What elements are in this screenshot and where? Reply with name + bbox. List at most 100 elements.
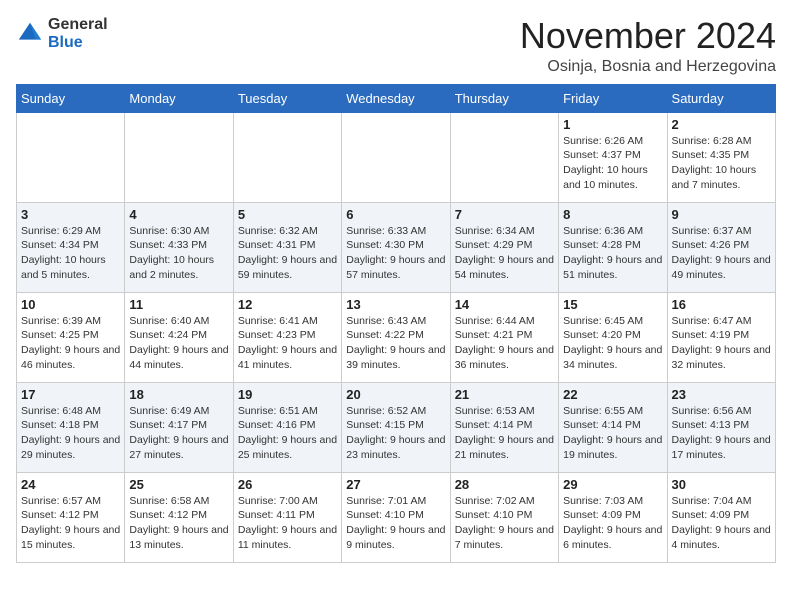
day-info: Sunrise: 6:58 AM Sunset: 4:12 PM Dayligh…: [129, 494, 228, 553]
day-number: 26: [238, 477, 337, 492]
day-info: Sunrise: 6:33 AM Sunset: 4:30 PM Dayligh…: [346, 224, 445, 283]
day-number: 4: [129, 207, 228, 222]
day-number: 30: [672, 477, 771, 492]
table-row: 11 Sunrise: 6:40 AM Sunset: 4:24 PM Dayli…: [125, 292, 233, 382]
calendar-table: Sunday Monday Tuesday Wednesday Thursday…: [16, 84, 776, 563]
table-row: 4 Sunrise: 6:30 AM Sunset: 4:33 PM Daylig…: [125, 202, 233, 292]
table-row: 21Sunrise: 6:53 AM Sunset: 4:14 PM Dayli…: [450, 382, 558, 472]
table-row: 10 Sunrise: 6:39 AM Sunset: 4:25 PM Dayli…: [17, 292, 125, 382]
day-info: Sunrise: 6:51 AM Sunset: 4:16 PM Dayligh…: [238, 404, 337, 463]
day-number: 16: [672, 297, 771, 312]
day-info: Sunrise: 6:34 AM Sunset: 4:29 PM Dayligh…: [455, 224, 554, 283]
day-info: Sunrise: 6:55 AM Sunset: 4:14 PM Dayligh…: [563, 404, 662, 463]
day-number: 24: [21, 477, 120, 492]
table-row: [233, 112, 341, 202]
day-number: 12: [238, 297, 337, 312]
day-number: 2: [672, 117, 771, 132]
table-row: 23 Sunrise: 6:56 AM Sunset: 4:13 PM Dayli…: [667, 382, 775, 472]
table-row: 13 Sunrise: 6:43 AM Sunset: 4:22 PM Dayli…: [342, 292, 450, 382]
table-row: 25 Sunrise: 6:58 AM Sunset: 4:12 PM Dayli…: [125, 472, 233, 562]
table-row: 18 Sunrise: 6:49 AM Sunset: 4:17 PM Dayli…: [125, 382, 233, 472]
day-number: 6: [346, 207, 445, 222]
day-info: Sunrise: 6:44 AM Sunset: 4:21 PM Dayligh…: [455, 314, 554, 373]
day-info: Sunrise: 6:39 AM Sunset: 4:25 PM Dayligh…: [21, 314, 120, 373]
table-row: [125, 112, 233, 202]
table-row: 8Sunrise: 6:36 AM Sunset: 4:28 PM Daylig…: [559, 202, 667, 292]
header-friday: Friday: [559, 84, 667, 112]
day-number: 22: [563, 387, 662, 402]
table-row: 30 Sunrise: 7:04 AM Sunset: 4:09 PM Dayli…: [667, 472, 775, 562]
table-row: 26Sunrise: 7:00 AM Sunset: 4:11 PM Dayli…: [233, 472, 341, 562]
table-row: [17, 112, 125, 202]
location-subtitle: Osinja, Bosnia and Herzegovina: [520, 58, 776, 76]
day-info: Sunrise: 7:01 AM Sunset: 4:10 PM Dayligh…: [346, 494, 445, 553]
table-row: 17Sunrise: 6:48 AM Sunset: 4:18 PM Dayli…: [17, 382, 125, 472]
day-number: 17: [21, 387, 120, 402]
day-info: Sunrise: 6:56 AM Sunset: 4:13 PM Dayligh…: [672, 404, 771, 463]
table-row: [342, 112, 450, 202]
day-info: Sunrise: 6:30 AM Sunset: 4:33 PM Dayligh…: [129, 224, 228, 283]
day-number: 23: [672, 387, 771, 402]
table-row: 19Sunrise: 6:51 AM Sunset: 4:16 PM Dayli…: [233, 382, 341, 472]
table-row: 3 Sunrise: 6:29 AM Sunset: 4:34 PM Daylig…: [17, 202, 125, 292]
day-info: Sunrise: 6:41 AM Sunset: 4:23 PM Dayligh…: [238, 314, 337, 373]
day-info: Sunrise: 6:29 AM Sunset: 4:34 PM Dayligh…: [21, 224, 120, 283]
day-info: Sunrise: 6:45 AM Sunset: 4:20 PM Dayligh…: [563, 314, 662, 373]
week-row-3: 10 Sunrise: 6:39 AM Sunset: 4:25 PM Dayli…: [17, 292, 776, 382]
header-saturday: Saturday: [667, 84, 775, 112]
table-row: 1Sunrise: 6:26 AM Sunset: 4:37 PM Daylig…: [559, 112, 667, 202]
table-row: 14 Sunrise: 6:44 AM Sunset: 4:21 PM Dayli…: [450, 292, 558, 382]
day-number: 29: [563, 477, 662, 492]
day-info: Sunrise: 6:49 AM Sunset: 4:17 PM Dayligh…: [129, 404, 228, 463]
day-number: 25: [129, 477, 228, 492]
week-row-1: 1Sunrise: 6:26 AM Sunset: 4:37 PM Daylig…: [17, 112, 776, 202]
day-number: 7: [455, 207, 554, 222]
day-number: 20: [346, 387, 445, 402]
day-info: Sunrise: 6:57 AM Sunset: 4:12 PM Dayligh…: [21, 494, 120, 553]
day-number: 9: [672, 207, 771, 222]
table-row: 20Sunrise: 6:52 AM Sunset: 4:15 PM Dayli…: [342, 382, 450, 472]
day-number: 13: [346, 297, 445, 312]
day-number: 3: [21, 207, 120, 222]
day-info: Sunrise: 7:02 AM Sunset: 4:10 PM Dayligh…: [455, 494, 554, 553]
table-row: 16 Sunrise: 6:47 AM Sunset: 4:19 PM Dayli…: [667, 292, 775, 382]
table-row: 22 Sunrise: 6:55 AM Sunset: 4:14 PM Dayli…: [559, 382, 667, 472]
day-number: 10: [21, 297, 120, 312]
day-number: 5: [238, 207, 337, 222]
day-info: Sunrise: 6:40 AM Sunset: 4:24 PM Dayligh…: [129, 314, 228, 373]
table-row: 27 Sunrise: 7:01 AM Sunset: 4:10 PM Dayli…: [342, 472, 450, 562]
table-row: 6 Sunrise: 6:33 AM Sunset: 4:30 PM Daylig…: [342, 202, 450, 292]
day-number: 18: [129, 387, 228, 402]
table-row: 2 Sunrise: 6:28 AM Sunset: 4:35 PM Daylig…: [667, 112, 775, 202]
day-info: Sunrise: 6:28 AM Sunset: 4:35 PM Dayligh…: [672, 134, 771, 193]
table-row: 28Sunrise: 7:02 AM Sunset: 4:10 PM Dayli…: [450, 472, 558, 562]
header-wednesday: Wednesday: [342, 84, 450, 112]
day-number: 15: [563, 297, 662, 312]
logo-blue-text: Blue: [48, 34, 108, 52]
table-row: 29 Sunrise: 7:03 AM Sunset: 4:09 PM Dayli…: [559, 472, 667, 562]
header-sunday: Sunday: [17, 84, 125, 112]
day-info: Sunrise: 6:43 AM Sunset: 4:22 PM Dayligh…: [346, 314, 445, 373]
title-block: November 2024 Osinja, Bosnia and Herzego…: [520, 16, 776, 76]
week-row-5: 24 Sunrise: 6:57 AM Sunset: 4:12 PM Dayli…: [17, 472, 776, 562]
header-thursday: Thursday: [450, 84, 558, 112]
logo-general-text: General: [48, 16, 108, 34]
table-row: 24 Sunrise: 6:57 AM Sunset: 4:12 PM Dayli…: [17, 472, 125, 562]
weekday-header-row: Sunday Monday Tuesday Wednesday Thursday…: [17, 84, 776, 112]
day-info: Sunrise: 7:04 AM Sunset: 4:09 PM Dayligh…: [672, 494, 771, 553]
table-row: 9Sunrise: 6:37 AM Sunset: 4:26 PM Daylig…: [667, 202, 775, 292]
day-number: 11: [129, 297, 228, 312]
logo-text: General Blue: [48, 16, 108, 51]
day-info: Sunrise: 6:26 AM Sunset: 4:37 PM Dayligh…: [563, 134, 662, 193]
week-row-2: 3 Sunrise: 6:29 AM Sunset: 4:34 PM Daylig…: [17, 202, 776, 292]
day-number: 27: [346, 477, 445, 492]
day-number: 14: [455, 297, 554, 312]
table-row: 12 Sunrise: 6:41 AM Sunset: 4:23 PM Dayli…: [233, 292, 341, 382]
day-number: 8: [563, 207, 662, 222]
week-row-4: 17Sunrise: 6:48 AM Sunset: 4:18 PM Dayli…: [17, 382, 776, 472]
logo: General Blue: [16, 16, 108, 51]
day-info: Sunrise: 7:03 AM Sunset: 4:09 PM Dayligh…: [563, 494, 662, 553]
table-row: 7 Sunrise: 6:34 AM Sunset: 4:29 PM Daylig…: [450, 202, 558, 292]
header-monday: Monday: [125, 84, 233, 112]
day-info: Sunrise: 6:47 AM Sunset: 4:19 PM Dayligh…: [672, 314, 771, 373]
